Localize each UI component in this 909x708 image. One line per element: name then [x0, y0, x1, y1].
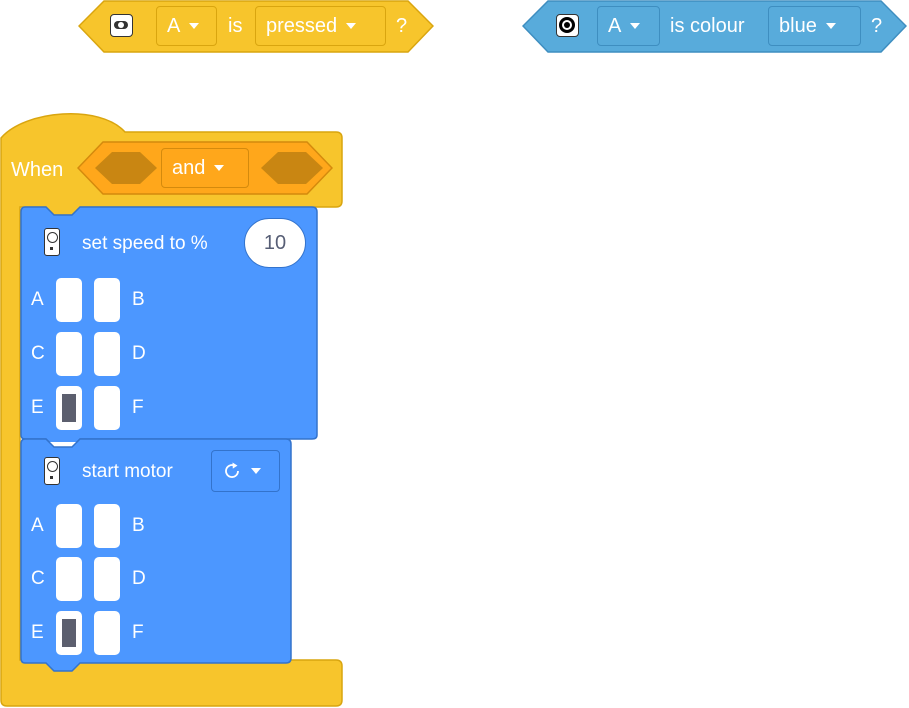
- colour-dropdown-value: blue: [779, 14, 817, 37]
- port-d-toggle[interactable]: [94, 557, 120, 601]
- port-a-label: A: [31, 289, 44, 310]
- state-dropdown[interactable]: pressed: [255, 6, 386, 46]
- port-e-label: E: [31, 622, 44, 643]
- port-f-label: F: [132, 622, 144, 643]
- left-boolean-slot[interactable]: [95, 152, 157, 184]
- chevron-down-icon: [189, 23, 200, 29]
- chevron-down-icon: [630, 23, 641, 29]
- port-dropdown-value: A: [167, 14, 181, 37]
- hub-icon: [44, 228, 60, 256]
- set-speed-block[interactable]: set speed to % 10 A B C D E F: [20, 206, 320, 442]
- hub-icon: [44, 457, 60, 485]
- colour-sensor-icon: [556, 14, 579, 37]
- chevron-down-icon: [346, 23, 357, 29]
- start-motor-label: start motor: [82, 461, 173, 482]
- port-e-label: E: [31, 397, 44, 418]
- question-label: ?: [396, 15, 408, 37]
- port-b-label: B: [132, 515, 145, 536]
- port-dropdown[interactable]: A: [156, 6, 217, 46]
- question-label: ?: [871, 15, 883, 37]
- port-d-label: D: [132, 568, 146, 589]
- chevron-down-icon: [214, 165, 225, 171]
- button-sensor-icon: [110, 14, 133, 37]
- port-b-toggle[interactable]: [94, 278, 120, 322]
- is-label: is: [228, 15, 243, 37]
- speed-value-input[interactable]: 10: [244, 218, 306, 268]
- port-d-toggle[interactable]: [94, 332, 120, 376]
- port-c-label: C: [31, 343, 45, 364]
- chevron-down-icon: [251, 468, 261, 474]
- button-pressed-block[interactable]: A is pressed ?: [78, 0, 434, 53]
- is-colour-label: is colour: [670, 15, 745, 37]
- port-e-toggle[interactable]: [56, 386, 82, 430]
- port-dropdown-value: A: [608, 14, 622, 37]
- when-label: When: [11, 159, 64, 181]
- start-motor-block[interactable]: start motor A B C D E F: [20, 438, 294, 672]
- direction-dropdown[interactable]: [211, 450, 280, 492]
- right-boolean-slot[interactable]: [261, 152, 323, 184]
- port-c-toggle[interactable]: [56, 557, 82, 601]
- port-b-toggle[interactable]: [94, 504, 120, 548]
- port-d-label: D: [132, 343, 146, 364]
- speed-value: 10: [263, 231, 287, 254]
- port-f-label: F: [132, 397, 144, 418]
- port-a-label: A: [31, 515, 44, 536]
- colour-sensor-block[interactable]: A is colour blue ?: [522, 0, 907, 53]
- port-e-toggle[interactable]: [56, 611, 82, 655]
- operator-dropdown-value: and: [172, 156, 206, 179]
- colour-dropdown[interactable]: blue: [768, 6, 861, 46]
- operator-dropdown[interactable]: and: [161, 148, 249, 188]
- rotate-clockwise-icon: [225, 462, 239, 478]
- set-speed-label: set speed to %: [82, 233, 208, 254]
- and-operator-block[interactable]: and: [77, 141, 333, 195]
- port-b-label: B: [132, 289, 145, 310]
- port-dropdown[interactable]: A: [597, 6, 660, 46]
- port-a-toggle[interactable]: [56, 278, 82, 322]
- chevron-down-icon: [825, 23, 836, 29]
- port-c-label: C: [31, 568, 45, 589]
- port-c-toggle[interactable]: [56, 332, 82, 376]
- port-f-toggle[interactable]: [94, 386, 120, 430]
- state-dropdown-value: pressed: [266, 14, 338, 37]
- port-f-toggle[interactable]: [94, 611, 120, 655]
- port-a-toggle[interactable]: [56, 504, 82, 548]
